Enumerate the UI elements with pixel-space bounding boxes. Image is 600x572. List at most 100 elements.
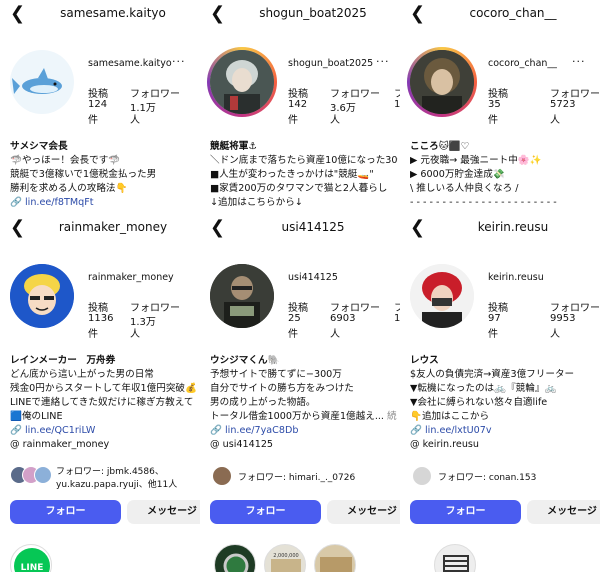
followers-unit: 人 [550,329,560,340]
bio-link[interactable]: 🔗 lin.ee/7yaC8Db [210,424,398,438]
more-icon[interactable]: ··· [172,55,186,68]
bio-line: ▶ 6000万貯金達成💸 [410,169,505,180]
cash-amount-text: 2,000,000 [273,553,298,559]
display-name: こころ🐱⬛♡ [410,141,470,152]
threads-text[interactable]: usi414125 [223,439,273,450]
posts-label: 投稿 [488,303,508,314]
profile-panel-rainmaker: ❮ rainmaker_money rainmaker_money 投稿 113… [0,214,200,572]
topbar-username: samesame.kaityo [60,6,166,20]
shark-icon [12,68,62,94]
threads-icon: @ [410,439,423,450]
follow-button[interactable]: フォロー [210,500,321,524]
bio-link[interactable]: 🔗 lin.ee/f8TMqFt [10,196,198,210]
link-text[interactable]: lin.ee/lxtU07v [425,425,492,436]
display-name: サメシマ会長 [10,141,68,152]
bio-link[interactable]: 🔗 lin.ee/QC1riLW [10,424,198,438]
chevron-left-icon[interactable]: ❮ [410,4,425,24]
posts-label: 投稿 [488,89,508,100]
message-button[interactable]: メッセージ [327,500,400,524]
posts-count[interactable]: 97 [488,313,501,324]
message-button[interactable]: メッセージ [527,500,600,524]
follower-avatar[interactable] [34,466,52,484]
bio-line: どん底から這い上がった男の日常 [10,369,154,380]
bio-line: 予想サイトで勝てずに−300万 [210,369,342,380]
profile-panel-usi: ❮ usi414125 usi414125 投稿 25 件 フォロワー 6903… [200,214,400,572]
highlight-watch[interactable] [214,544,256,572]
link-text[interactable]: lin.ee/QC1riLW [25,425,95,436]
follow-button[interactable]: フォロー [410,500,521,524]
posts-unit: 件 [288,115,298,126]
avatar[interactable] [210,264,274,328]
posts-unit: 件 [488,115,498,126]
followed-by[interactable]: フォロワー: himari._._0726 [238,470,355,483]
chevron-left-icon[interactable]: ❮ [410,218,425,238]
bio-line: 競艇で3億稼いで1億税金払った男 [10,169,157,180]
avatar[interactable] [210,50,274,114]
threads-text[interactable]: rainmaker_money [23,439,110,450]
posts-unit: 件 [88,329,98,340]
threads-link[interactable]: @ usi414125 [210,438,398,452]
followed-by-more[interactable]: yu.kazu.papa.ryuji、他11人 [56,477,177,490]
highlight-line[interactable]: LINE [10,544,52,572]
avatar[interactable] [10,264,74,328]
bio-line: - - - - - - - - - - - - - - - - - - - - … [410,197,557,208]
follow-button[interactable]: フォロー [10,500,121,524]
highlight[interactable] [434,544,476,572]
posts-count[interactable]: 124 [88,99,107,110]
threads-text[interactable]: keirin.reusu [423,439,479,450]
link-text[interactable]: lin.ee/7yaC8Db [225,425,298,436]
profile-handle: samesame.kaityo [88,58,172,69]
chevron-left-icon[interactable]: ❮ [210,4,225,24]
red-hair-character-icon [410,264,474,328]
avatar[interactable] [10,50,74,114]
posts-count[interactable]: 35 [488,99,501,110]
followers-count[interactable]: 5723 [550,99,575,110]
more-icon[interactable]: ··· [572,55,586,68]
follower-avatar[interactable] [412,466,432,486]
followers-unit: 人 [330,329,340,340]
posts-count[interactable]: 142 [288,99,307,110]
followers-label: フォロワー [330,89,380,100]
bio-line: 👇追加はここから [410,411,490,422]
followers-label: フォロワー [330,303,380,314]
posts-label: 投稿 [88,89,108,100]
top-bar: ❮ rainmaker_money [0,214,200,244]
followers-count[interactable]: 6903 [330,313,355,324]
link-text[interactable]: lin.ee/f8TMqFt [25,197,94,208]
posts-count[interactable]: 1136 [88,313,113,324]
bio-line: トータル借金1000万から資産1億越え... 続きを [210,410,398,424]
threads-icon: @ [10,439,23,450]
followers-unit: 人 [330,115,340,126]
highlight-money[interactable] [314,544,356,572]
line-app-icon: LINE [14,548,50,572]
profile-handle: keirin.reusu [488,272,544,283]
threads-link[interactable]: @ keirin.reusu [410,438,598,452]
highlight-cash[interactable]: 2,000,000 [264,544,306,572]
followers-count[interactable]: 9953 [550,313,575,324]
top-bar: ❮ shogun_boat2025 [200,0,400,30]
followed-by[interactable]: フォロワー: jbmk.4586、 [56,464,164,477]
bio-line: ▶ 元夜職→ 最強ニート中🌸✨ [410,155,542,166]
follower-avatar[interactable] [212,466,232,486]
avatar[interactable] [410,50,474,114]
link-icon: 🔗 [10,425,25,436]
more-icon[interactable]: ··· [376,55,390,68]
bio-link[interactable]: 🔗 lin.ee/lxtU07v [410,424,598,438]
bio-line: 自分でサイトの勝ち方をみつけた [210,383,354,394]
avatar[interactable] [410,264,474,328]
followed-by[interactable]: フォロワー: conan.153 [438,470,536,483]
display-name: レウス [410,355,439,366]
highlight-cover-icon [443,555,469,572]
chevron-left-icon[interactable]: ❮ [10,4,25,24]
bio-line: LINEで連絡してきた奴だけに稼ぎ方教えて [10,397,194,408]
watch-icon [223,553,249,572]
chevron-left-icon[interactable]: ❮ [10,218,25,238]
posts-count[interactable]: 25 [288,313,301,324]
chevron-left-icon[interactable]: ❮ [210,218,225,238]
followers-unit: 人 [550,115,560,126]
threads-link[interactable]: @ rainmaker_money [10,438,198,452]
read-more[interactable]: 続きを [387,411,398,422]
link-icon: 🔗 [210,425,225,436]
bio: こころ🐱⬛♡ ▶ 元夜職→ 最強ニート中🌸✨ ▶ 6000万貯金達成💸 \ 推し… [410,140,598,210]
message-button[interactable]: メッセージ [127,500,200,524]
